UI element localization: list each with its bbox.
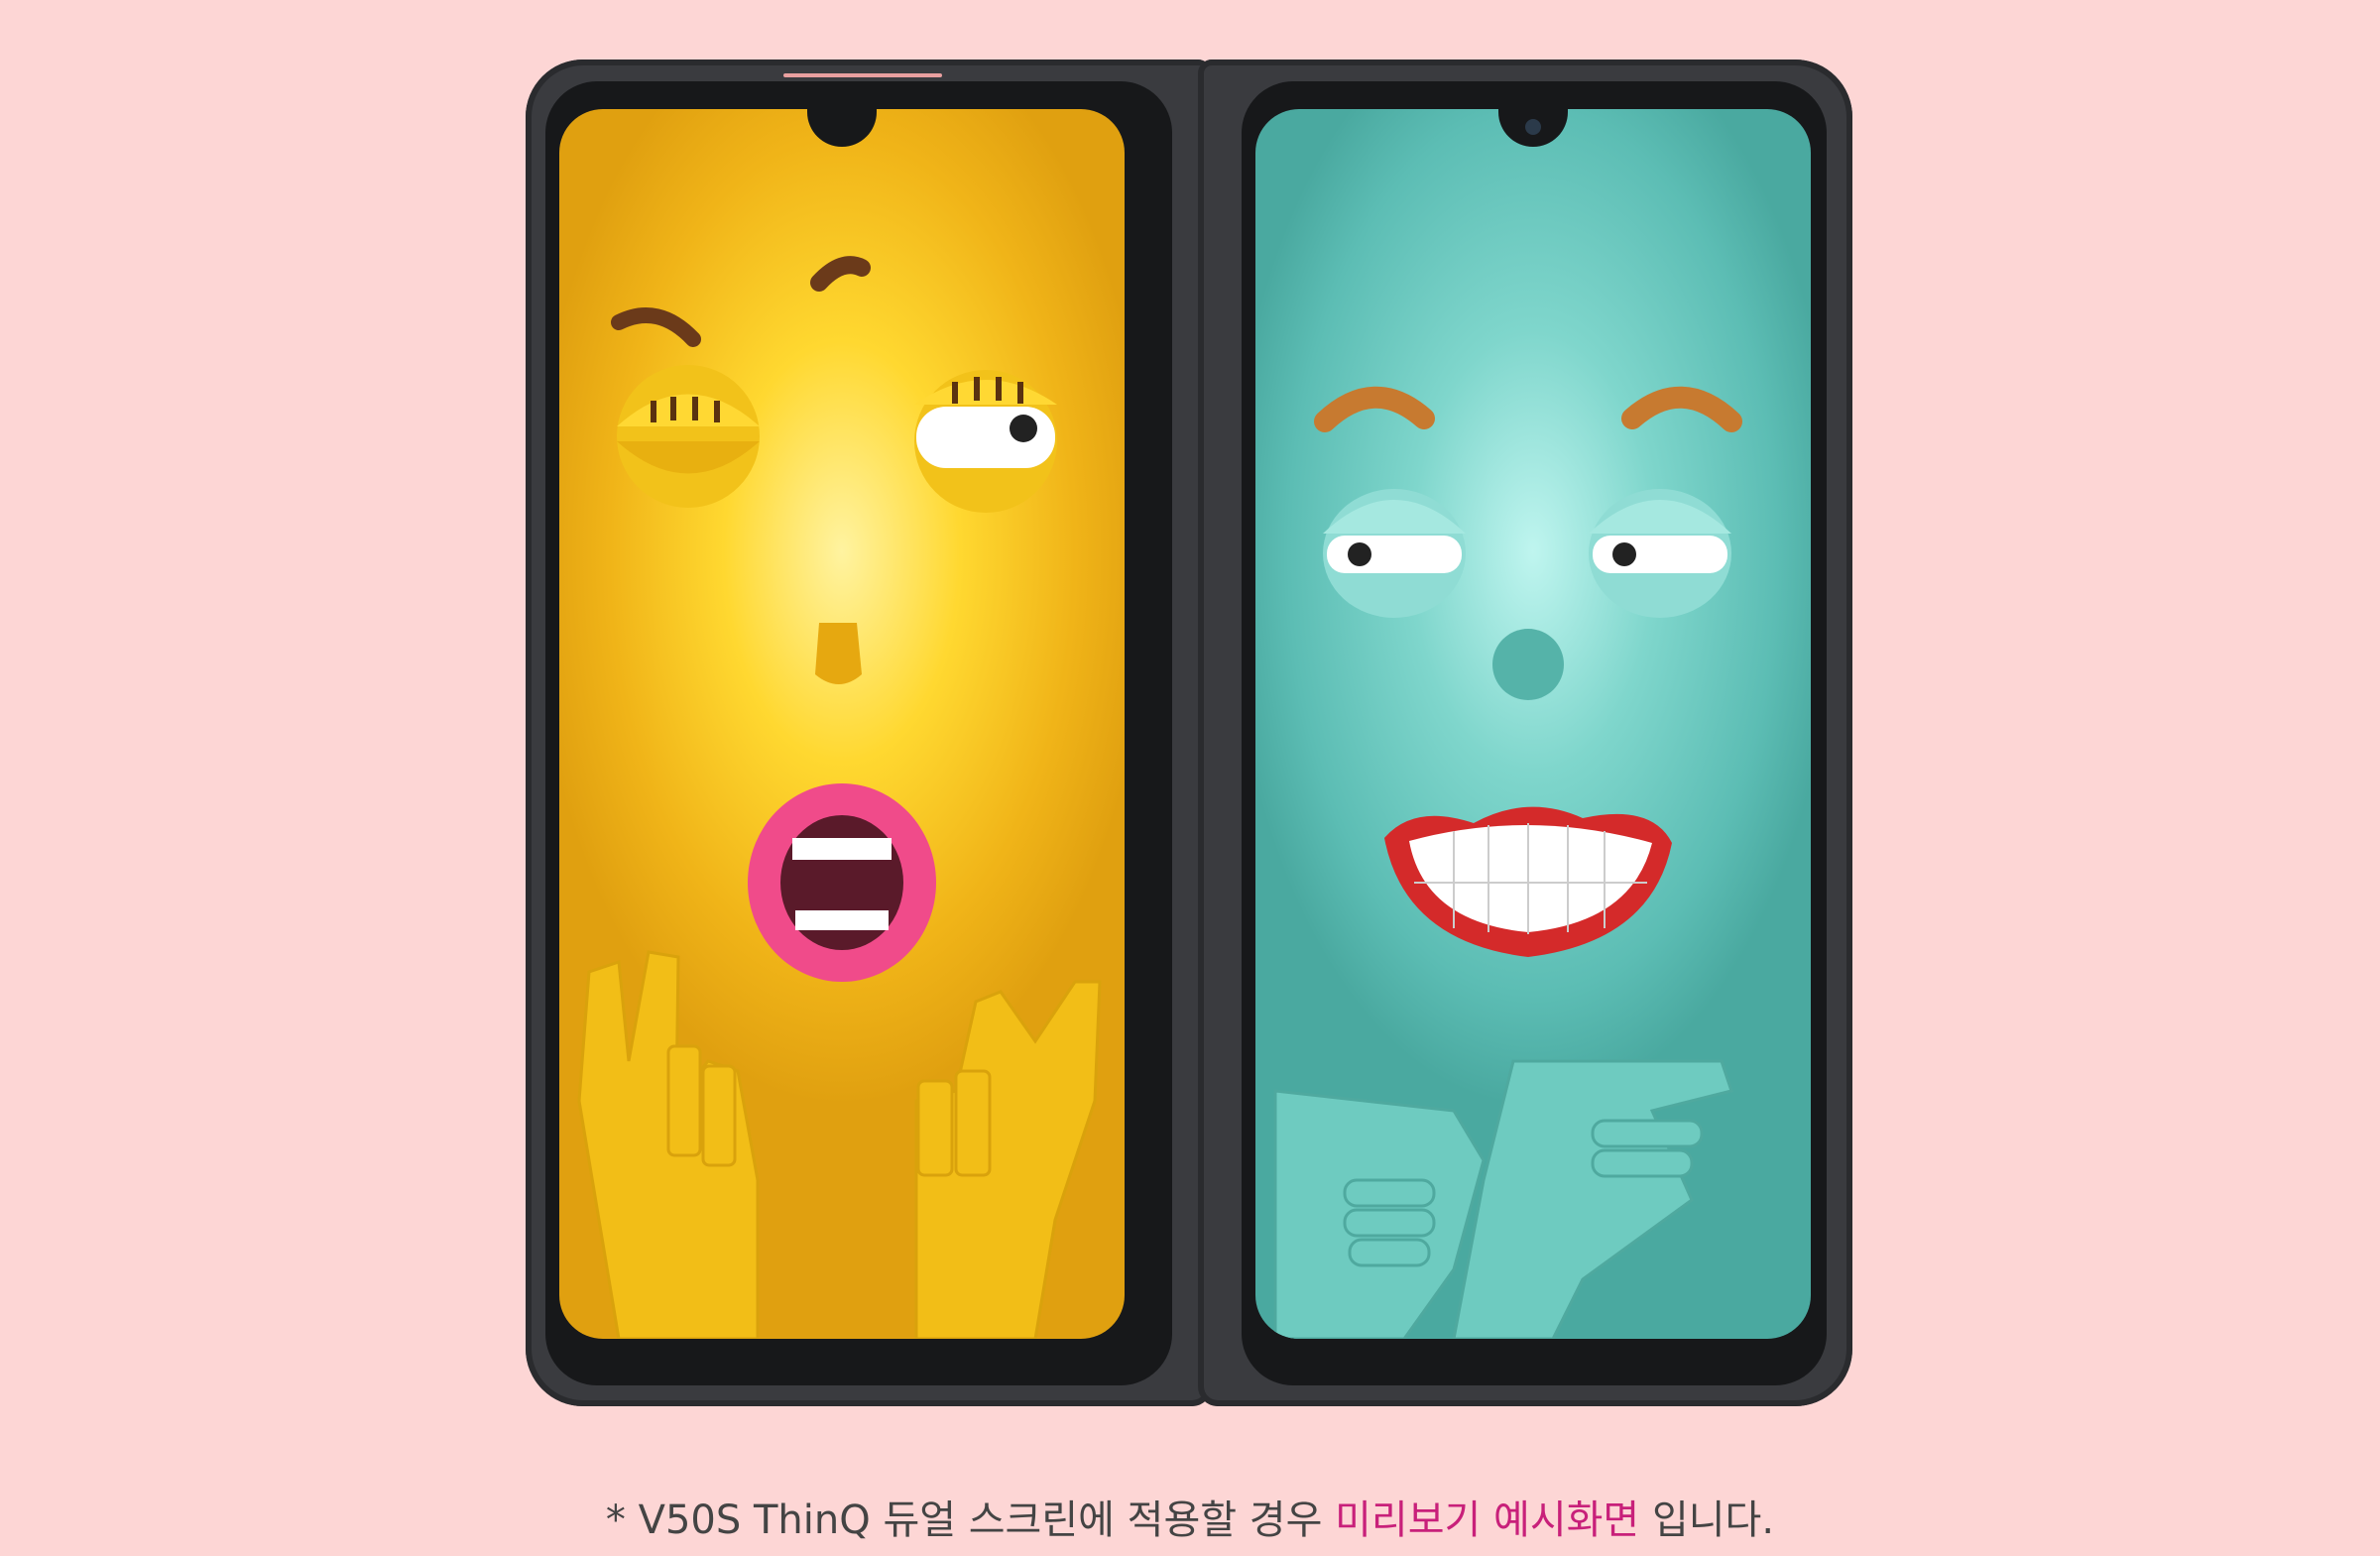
right-eyebrow — [1621, 386, 1742, 432]
left-screen-wallpaper — [559, 109, 1125, 1339]
right-eye-pupil — [1010, 415, 1037, 442]
yellow-face-illustration — [577, 256, 1102, 1339]
upper-teeth — [792, 838, 892, 860]
left-hand — [577, 950, 760, 1339]
preview-caption: * V50S ThinQ 듀얼 스크린에 적용할 경우 미리보기 예시화면 입니… — [0, 1488, 2380, 1545]
earpiece-speaker — [783, 73, 942, 77]
pointing-hands — [1273, 1059, 1733, 1339]
teal-face-illustration — [1273, 386, 1742, 1339]
right-screen-wallpaper — [1255, 109, 1811, 1339]
caption-text: * V50S ThinQ 듀얼 스크린에 적용할 경우 — [605, 1497, 1336, 1543]
lower-teeth — [795, 910, 889, 930]
product-preview: * V50S ThinQ 듀얼 스크린에 적용할 경우 미리보기 예시화면 입니… — [0, 0, 2380, 1556]
right-eye-lid-top — [914, 380, 1057, 405]
left-eye-lid — [1323, 500, 1466, 534]
left-eyebrow — [611, 307, 701, 347]
right-hand — [914, 980, 1102, 1339]
dual-screen-case-left — [526, 60, 1212, 1406]
left-eye-pupil — [1348, 542, 1371, 566]
nose — [1492, 629, 1564, 700]
right-bezel — [1242, 81, 1827, 1385]
nose — [815, 623, 862, 684]
left-eyebrow — [1314, 386, 1435, 432]
left-eye-ball — [617, 365, 760, 508]
caption-highlight: 미리보기 예시화면 — [1335, 1497, 1640, 1543]
right-eye-pupil — [1612, 542, 1636, 566]
right-eye-lid — [1589, 500, 1731, 534]
dual-screen-case-right — [1198, 60, 1852, 1406]
right-eyebrow — [810, 256, 871, 292]
left-bezel — [545, 81, 1172, 1385]
left-eye-white — [1327, 536, 1462, 573]
caption-suffix: 입니다. — [1639, 1497, 1775, 1543]
right-eye-white — [916, 407, 1055, 468]
